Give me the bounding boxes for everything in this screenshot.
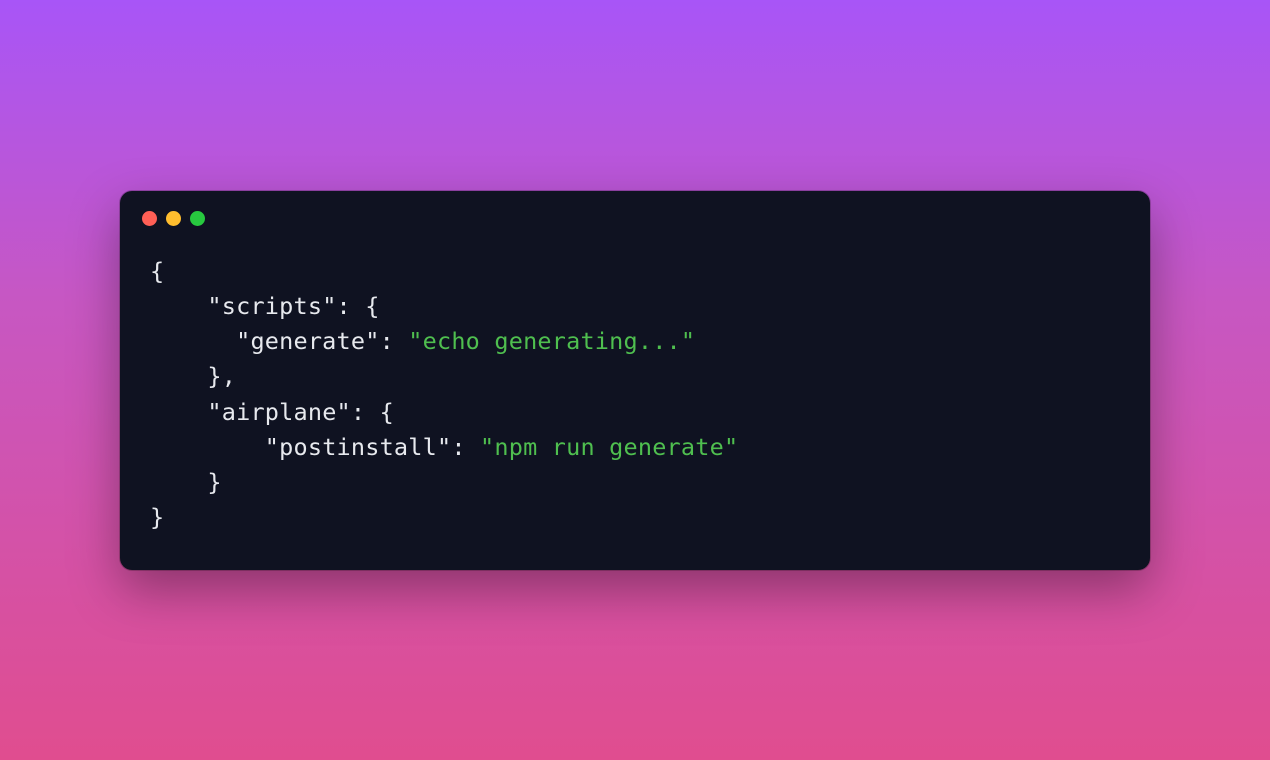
code-punct: }, (207, 362, 236, 390)
json-key-airplane: "airplane" (207, 398, 350, 426)
code-punct: : (451, 433, 480, 461)
close-icon[interactable] (142, 211, 157, 226)
code-indent (150, 468, 207, 496)
code-punct: } (207, 468, 221, 496)
code-indent (150, 433, 265, 461)
terminal-window: { "scripts": { "generate": "echo generat… (120, 191, 1150, 570)
code-punct: : { (337, 292, 380, 320)
code-punct: : { (351, 398, 394, 426)
json-value-generate: "echo generating..." (408, 327, 695, 355)
json-key-generate: "generate" (236, 327, 379, 355)
json-key-scripts: "scripts" (207, 292, 336, 320)
code-punct: : (380, 327, 409, 355)
code-block: { "scripts": { "generate": "echo generat… (120, 232, 1150, 570)
window-titlebar (120, 191, 1150, 232)
code-line: { (150, 257, 164, 285)
code-indent (150, 292, 207, 320)
code-indent (150, 327, 236, 355)
maximize-icon[interactable] (190, 211, 205, 226)
code-line: } (150, 503, 164, 531)
minimize-icon[interactable] (166, 211, 181, 226)
json-key-postinstall: "postinstall" (265, 433, 452, 461)
json-value-postinstall: "npm run generate" (480, 433, 738, 461)
code-indent (150, 362, 207, 390)
code-indent (150, 398, 207, 426)
